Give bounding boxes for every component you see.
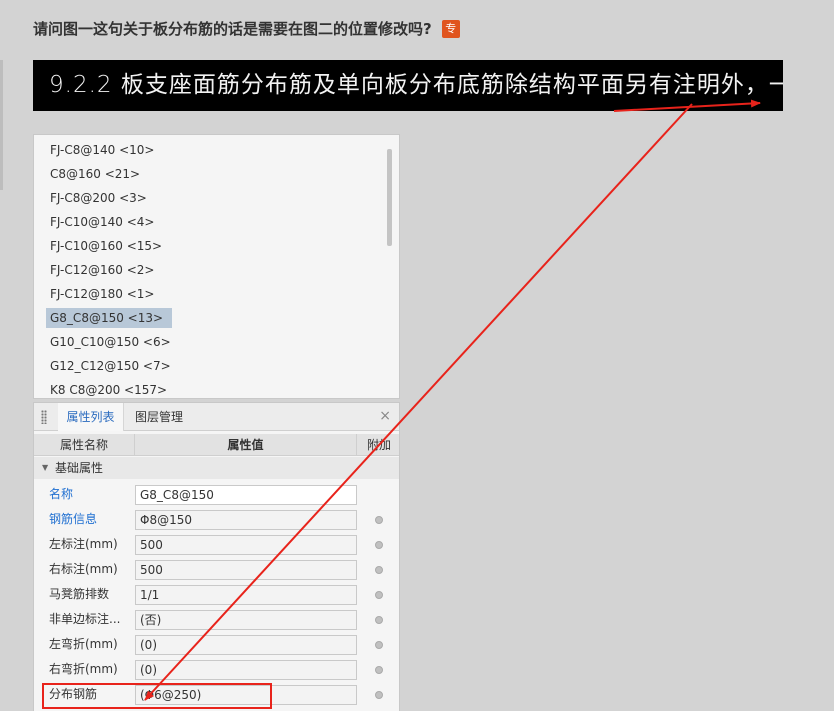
- property-value-input[interactable]: 1/1: [135, 585, 357, 605]
- expert-badge: 专: [441, 19, 460, 38]
- property-name: 右标注(mm): [49, 562, 118, 576]
- column-header-value: 属性值: [135, 434, 357, 456]
- drag-grip-icon[interactable]: [41, 410, 47, 424]
- list-item[interactable]: FJ-C8@200 <3>: [50, 188, 147, 208]
- attach-dot-icon[interactable]: [375, 616, 383, 624]
- property-name: 马凳筋排数: [49, 587, 110, 601]
- property-row-non-single: 非单边标注... (否): [34, 607, 399, 632]
- left-edge-strip: [0, 60, 3, 190]
- property-row-chair-rows: 马凳筋排数 1/1: [34, 582, 399, 607]
- list-item[interactable]: FJ-C10@160 <15>: [50, 236, 162, 256]
- property-tabbar: 属性列表 图层管理 ×: [34, 403, 399, 431]
- list-item[interactable]: G10_C10@150 <6>: [50, 332, 171, 352]
- attach-dot-icon[interactable]: [375, 516, 383, 524]
- section-label: 基础属性: [55, 461, 104, 475]
- property-name: 分布钢筋: [49, 687, 98, 701]
- section-basic-properties[interactable]: ▼ 基础属性: [34, 457, 399, 479]
- attach-dot-icon[interactable]: [375, 541, 383, 549]
- property-value-input[interactable]: (Φ6@250): [135, 685, 357, 705]
- property-value-input[interactable]: (否): [135, 610, 357, 630]
- property-value-input[interactable]: G8_C8@150: [135, 485, 357, 505]
- list-item[interactable]: FJ-C8@140 <10>: [50, 140, 154, 160]
- tab-property-list[interactable]: 属性列表: [58, 403, 124, 431]
- list-item[interactable]: FJ-C12@160 <2>: [50, 260, 154, 280]
- attach-dot-icon[interactable]: [375, 566, 383, 574]
- property-name: 钢筋信息: [49, 512, 98, 526]
- list-scrollbar[interactable]: [387, 149, 392, 246]
- rebar-list-panel[interactable]: FJ-C8@140 <10> C8@160 <21> FJ-C8@200 <3>…: [33, 134, 400, 399]
- property-row-rebar-info: 钢筋信息 Φ8@150: [34, 507, 399, 532]
- attach-dot-icon[interactable]: [375, 691, 383, 699]
- attach-dot-icon[interactable]: [375, 641, 383, 649]
- cad-text-image: 9.2.2 板支座面筋分布筋及单向板分布底筋除结构平面另有注明外，一律用Φ8 @…: [33, 60, 783, 111]
- property-value-input[interactable]: (0): [135, 635, 357, 655]
- property-panel: 属性列表 图层管理 × 属性名称 属性值 附加 ▼ 基础属性 名称 G8_C8@…: [33, 402, 400, 711]
- property-name: 左标注(mm): [49, 537, 118, 551]
- property-value-input[interactable]: 500: [135, 560, 357, 580]
- collapse-triangle-icon[interactable]: ▼: [42, 457, 48, 479]
- column-header-name: 属性名称: [34, 434, 135, 456]
- question-text: 请问图一这句关于板分布筋的话是需要在图二的位置修改吗?: [33, 20, 432, 38]
- property-value-input[interactable]: Φ8@150: [135, 510, 357, 530]
- list-item[interactable]: FJ-C10@140 <4>: [50, 212, 154, 232]
- attach-dot-icon[interactable]: [375, 666, 383, 674]
- property-row-right-mark: 右标注(mm) 500: [34, 557, 399, 582]
- property-row-distribution-rebar: 分布钢筋 (Φ6@250): [34, 682, 399, 707]
- property-row-left-mark: 左标注(mm) 500: [34, 532, 399, 557]
- column-header-extra: 附加: [366, 438, 391, 452]
- list-item-selected[interactable]: G8_C8@150 <13>: [46, 308, 172, 328]
- property-name: 名称: [49, 487, 74, 501]
- list-item[interactable]: C8@160 <21>: [50, 164, 140, 184]
- tab-layer-manage[interactable]: 图层管理: [135, 403, 183, 431]
- property-row-left-bend: 左弯折(mm) (0): [34, 632, 399, 657]
- attach-dot-icon[interactable]: [375, 591, 383, 599]
- list-item[interactable]: K8 C8@200 <157>: [50, 380, 167, 398]
- list-item[interactable]: FJ-C12@180 <1>: [50, 284, 154, 304]
- property-row-name: 名称 G8_C8@150: [34, 482, 399, 507]
- property-name: 左弯折(mm): [49, 637, 118, 651]
- list-item[interactable]: G12_C12@150 <7>: [50, 356, 171, 376]
- question-title: 请问图一这句关于板分布筋的话是需要在图二的位置修改吗? 专: [33, 18, 460, 39]
- property-value-input[interactable]: (0): [135, 660, 357, 680]
- property-value-input[interactable]: 500: [135, 535, 357, 555]
- property-name: 右弯折(mm): [49, 662, 118, 676]
- close-icon[interactable]: ×: [379, 408, 391, 424]
- property-row-right-bend: 右弯折(mm) (0): [34, 657, 399, 682]
- property-table-header: 属性名称 属性值 附加: [34, 434, 399, 456]
- property-name: 非单边标注...: [49, 612, 121, 626]
